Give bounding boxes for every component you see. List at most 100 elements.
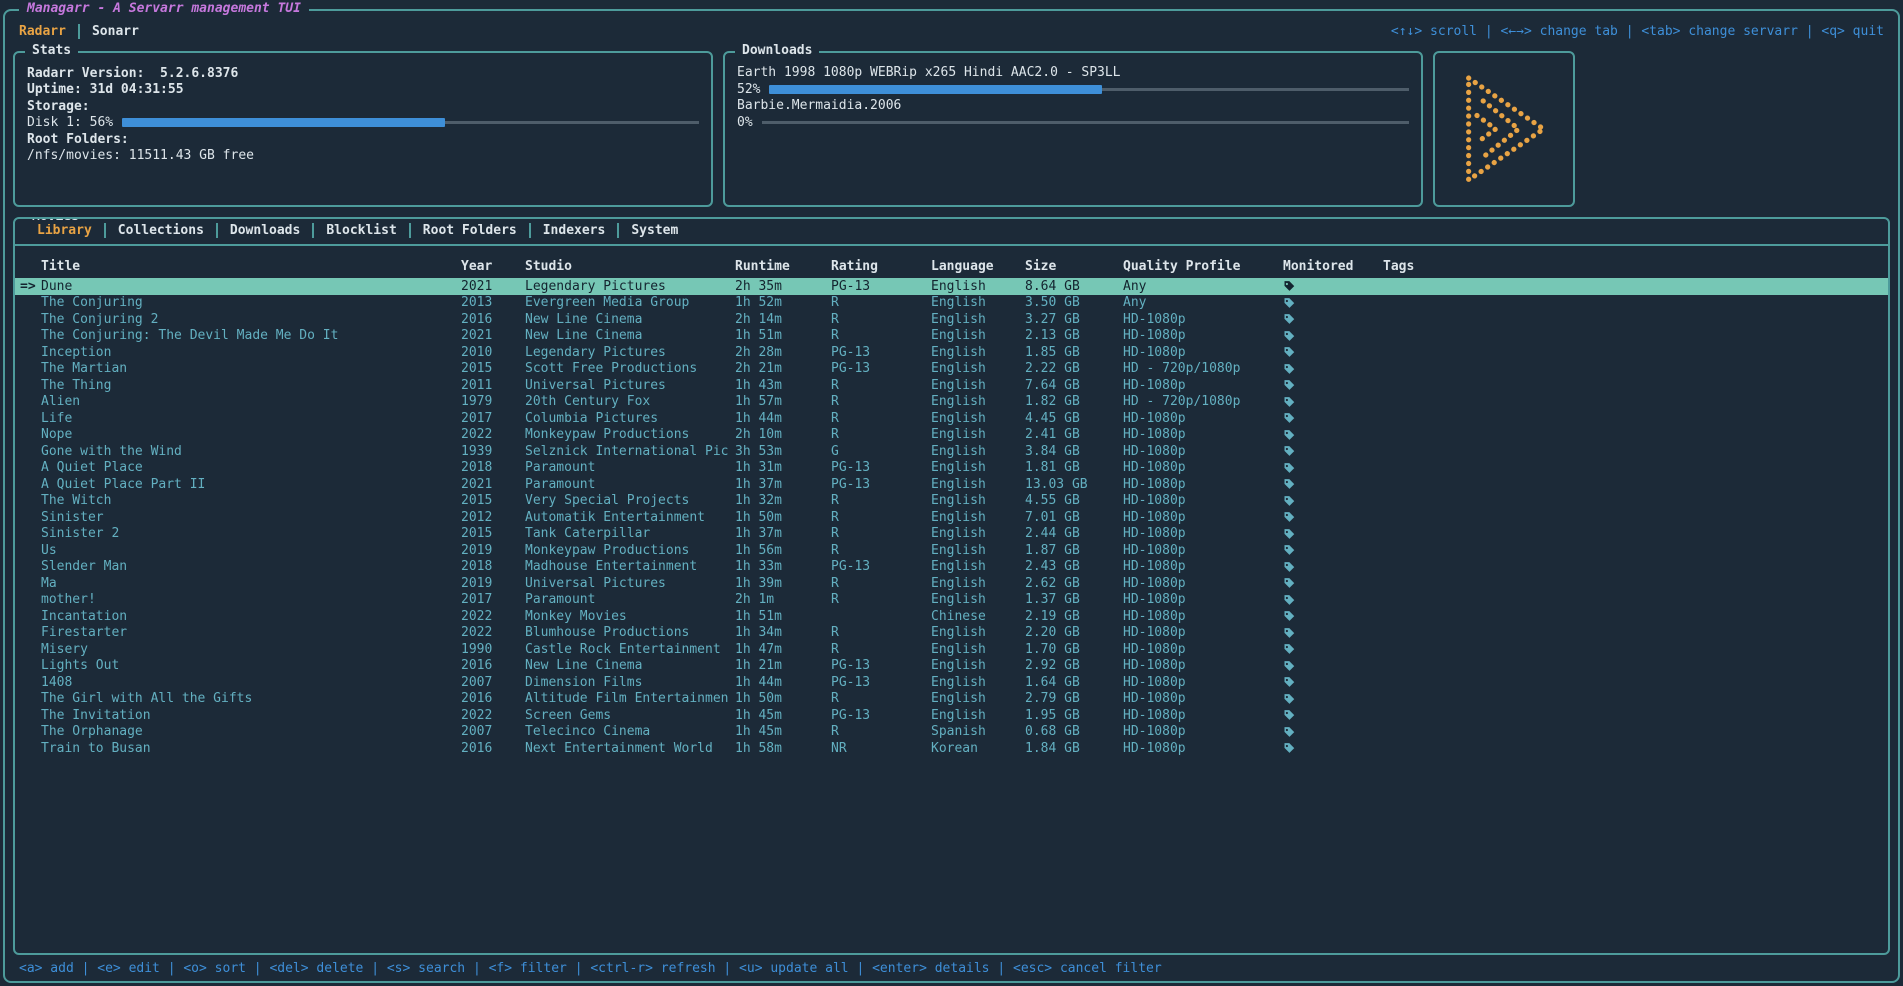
radarr-version: Radarr Version: 5.2.6.8376 [27,65,699,82]
bookmark-icon [1283,528,1295,540]
logo-panel [1433,51,1575,207]
cell-year: 2022 [461,427,525,442]
cell-title: Firestarter [41,625,461,640]
bookmark-icon [1283,363,1295,375]
cell-year: 1979 [461,394,525,409]
bookmark-icon [1283,610,1295,622]
tab-system[interactable]: System [617,223,690,238]
table-row[interactable]: The Invitation2022Screen Gems1h 45mPG-13… [15,707,1888,724]
bookmark-icon [1283,346,1295,358]
cell-runtime: 2h 28m [735,345,831,360]
column-header-size: Size [1025,259,1123,274]
cell-monitored [1283,460,1383,475]
bookmark-icon [1283,280,1295,292]
table-row[interactable]: Lights Out2016New Line Cinema1h 21mPG-13… [15,658,1888,675]
cell-rating: R [831,625,931,640]
bookmark-icon [1283,396,1295,408]
table-row[interactable]: The Thing2011Universal Pictures1h 43mREn… [15,377,1888,394]
table-row[interactable]: Inception2010Legendary Pictures2h 28mPG-… [15,344,1888,361]
table-row[interactable]: A Quiet Place Part II2021Paramount1h 37m… [15,476,1888,493]
column-header-runtime: Runtime [735,259,831,274]
tab-indexers[interactable]: Indexers [529,223,618,238]
cell-monitored [1283,543,1383,558]
table-row[interactable]: A Quiet Place2018Paramount1h 31mPG-13Eng… [15,460,1888,477]
table-row[interactable]: Alien197920th Century Fox1h 57mREnglish1… [15,394,1888,411]
cell-quality_profile: HD-1080p [1123,427,1283,442]
table-row[interactable]: =>Dune2021Legendary Pictures2h 35mPG-13E… [15,278,1888,295]
table-row[interactable]: Gone with the Wind1939Selznick Internati… [15,443,1888,460]
bookmark-icon [1283,330,1295,342]
movies-tabs: LibraryCollectionsDownloadsBlocklistRoot… [15,219,1888,246]
cell-rating: R [831,394,931,409]
cell-rating: R [831,526,931,541]
cell-studio: Automatik Entertainment [525,510,735,525]
movies-panel: Movies LibraryCollectionsDownloadsBlockl… [13,217,1890,955]
cell-title: The Conjuring [41,295,461,310]
cell-rating: R [831,411,931,426]
cell-language: English [931,691,1025,706]
cell-rating: PG-13 [831,460,931,475]
table-row[interactable]: Life2017Columbia Pictures1h 44mREnglish4… [15,410,1888,427]
cell-monitored [1283,279,1383,294]
cell-size: 1.70 GB [1025,642,1123,657]
table-row[interactable]: Sinister2012Automatik Entertainment1h 50… [15,509,1888,526]
cell-monitored [1283,691,1383,706]
cell-title: The Orphanage [41,724,461,739]
cell-size: 2.22 GB [1025,361,1123,376]
table-row[interactable]: Nope2022Monkeypaw Productions2h 10mREngl… [15,427,1888,444]
bookmark-icon [1283,627,1295,639]
column-header-year: Year [461,259,525,274]
cell-title: Lights Out [41,658,461,673]
table-row[interactable]: Incantation2022Monkey Movies1h 51mChines… [15,608,1888,625]
cell-year: 2016 [461,741,525,756]
cell-title: Slender Man [41,559,461,574]
cell-year: 2015 [461,493,525,508]
cell-runtime: 1h 33m [735,559,831,574]
table-row[interactable]: Sinister 22015Tank Caterpillar1h 37mREng… [15,526,1888,543]
cell-language: English [931,361,1025,376]
cell-size: 1.81 GB [1025,460,1123,475]
cell-monitored [1283,592,1383,607]
table-row[interactable]: The Martian2015Scott Free Productions2h … [15,361,1888,378]
cell-monitored [1283,724,1383,739]
cell-quality_profile: HD-1080p [1123,592,1283,607]
bookmark-icon [1283,478,1295,490]
table-row[interactable]: Slender Man2018Madhouse Entertainment1h … [15,559,1888,576]
managarr-logo-icon [1452,71,1556,187]
table-row[interactable]: Ma2019Universal Pictures1h 39mREnglish2.… [15,575,1888,592]
cell-runtime: 2h 10m [735,427,831,442]
servarr-tab-sonarr[interactable]: Sonarr [78,24,151,39]
movies-table-body[interactable]: =>Dune2021Legendary Pictures2h 35mPG-13E… [15,278,1888,953]
cell-studio: Scott Free Productions [525,361,735,376]
cell-size: 1.84 GB [1025,741,1123,756]
cell-studio: Monkeypaw Productions [525,427,735,442]
tab-library[interactable]: Library [25,223,104,238]
table-row[interactable]: The Orphanage2007Telecinco Cinema1h 45mR… [15,724,1888,741]
servarr-tab-radarr[interactable]: Radarr [19,24,78,39]
table-row[interactable]: Us2019Monkeypaw Productions1h 56mREnglis… [15,542,1888,559]
table-row[interactable]: 14082007Dimension Films1h 44mPG-13Englis… [15,674,1888,691]
tab-downloads[interactable]: Downloads [216,223,312,238]
cell-title: Incantation [41,609,461,624]
tab-root-folders[interactable]: Root Folders [409,223,529,238]
cell-studio: Blumhouse Productions [525,625,735,640]
cell-size: 4.45 GB [1025,411,1123,426]
table-row[interactable]: The Girl with All the Gifts2016Altitude … [15,691,1888,708]
cell-quality_profile: HD-1080p [1123,642,1283,657]
cell-rating: PG-13 [831,477,931,492]
tab-collections[interactable]: Collections [104,223,216,238]
table-row[interactable]: mother!2017Paramount2h 1mREnglish1.37 GB… [15,592,1888,609]
table-row[interactable]: Misery1990Castle Rock Entertainment1h 47… [15,641,1888,658]
cell-size: 2.62 GB [1025,576,1123,591]
table-row[interactable]: The Conjuring2013Evergreen Media Group1h… [15,295,1888,312]
table-row[interactable]: The Conjuring 22016New Line Cinema2h 14m… [15,311,1888,328]
table-row[interactable]: Firestarter2022Blumhouse Productions1h 3… [15,625,1888,642]
cell-title: The Thing [41,378,461,393]
tab-blocklist[interactable]: Blocklist [312,223,408,238]
table-row[interactable]: The Conjuring: The Devil Made Me Do It20… [15,328,1888,345]
servarr-tabs: RadarrSonarr [19,24,151,39]
cell-size: 1.95 GB [1025,708,1123,723]
table-row[interactable]: Train to Busan2016Next Entertainment Wor… [15,740,1888,757]
table-row[interactable]: The Witch2015Very Special Projects1h 32m… [15,493,1888,510]
cell-monitored [1283,559,1383,574]
